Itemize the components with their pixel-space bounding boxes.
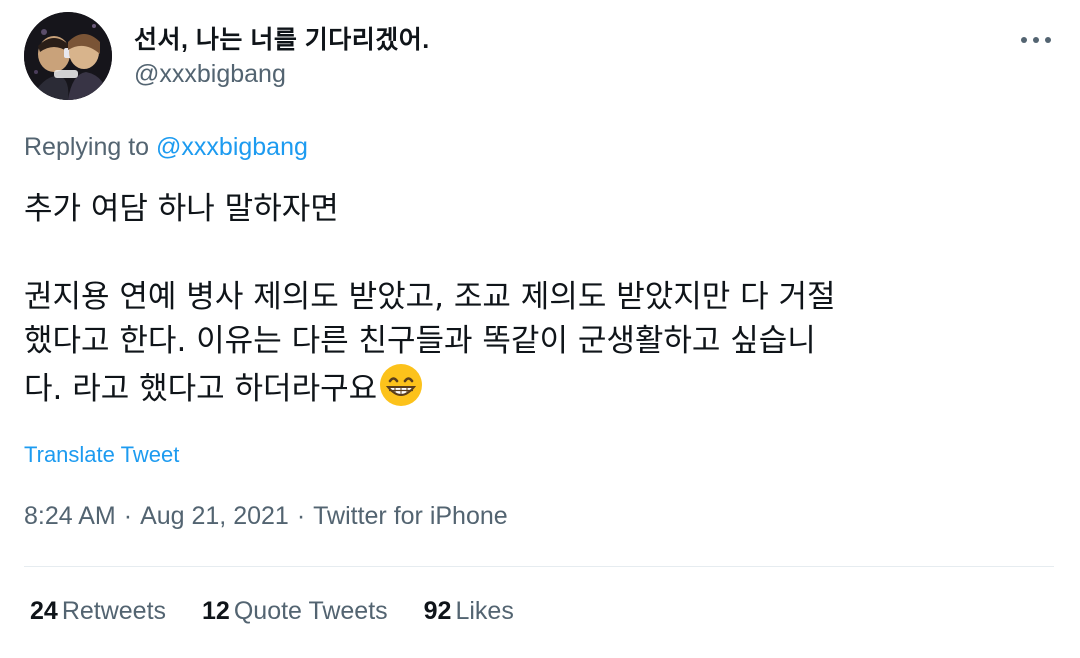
tweet-text-line: 했다고 한다. 이유는 다른 친구들과 똑같이 군생활하고 싶습니 bbox=[24, 323, 816, 359]
retweets-stat[interactable]: 24 Retweets bbox=[30, 597, 166, 626]
likes-count: 92 bbox=[423, 597, 452, 625]
more-dot bbox=[1021, 37, 1027, 43]
quote-tweets-count: 12 bbox=[202, 597, 230, 625]
replying-handle-link[interactable]: @xxxbigbang bbox=[156, 133, 308, 161]
meta-separator: · bbox=[123, 502, 133, 530]
author-avatar[interactable] bbox=[24, 12, 112, 100]
tweet-text-line: 권지용 연예 병사 제의도 받았고, 조교 제의도 받았지만 다 거절 bbox=[24, 279, 836, 315]
grinning-face-emoji-icon bbox=[379, 363, 423, 407]
tweet-time[interactable]: 8:24 AM bbox=[24, 502, 116, 530]
likes-label: Likes bbox=[455, 597, 514, 625]
meta-separator: · bbox=[296, 502, 306, 530]
author-handle[interactable]: @xxxbigbang bbox=[134, 60, 286, 89]
tweet-stats: 24 Retweets 12 Quote Tweets 92 Likes bbox=[30, 597, 514, 626]
replying-to-line: Replying to @xxxbigbang bbox=[24, 133, 308, 162]
divider bbox=[24, 566, 1054, 567]
quote-tweets-label: Quote Tweets bbox=[233, 597, 388, 625]
likes-stat[interactable]: 92 Likes bbox=[424, 597, 514, 626]
translate-tweet-link[interactable]: Translate Tweet bbox=[24, 442, 179, 468]
more-dot bbox=[1045, 37, 1051, 43]
author-display-name[interactable]: 선서, 나는 너를 기다리겠어. bbox=[134, 20, 430, 56]
replying-prefix: Replying to bbox=[24, 133, 150, 161]
tweet-text-line: 추가 여담 하나 말하자면 bbox=[24, 191, 339, 227]
tweet-text-segment: 다. 라고 했다고 하더라구요 bbox=[24, 371, 378, 407]
quote-tweets-stat[interactable]: 12 Quote Tweets bbox=[202, 597, 388, 626]
tweet-date[interactable]: Aug 21, 2021 bbox=[140, 502, 289, 530]
tweet-text-line: 다. 라고 했다고 하더라구요 bbox=[24, 363, 1054, 411]
tweet-text: 추가 여담 하나 말하자면 권지용 연예 병사 제의도 받았고, 조교 제의도 … bbox=[24, 187, 1054, 411]
avatar-photo bbox=[24, 12, 112, 100]
tweet-source[interactable]: Twitter for iPhone bbox=[313, 502, 508, 530]
tweet-card: 선서, 나는 너를 기다리겠어. @xxxbigbang Replying to… bbox=[0, 0, 1080, 658]
retweets-label: Retweets bbox=[61, 597, 167, 625]
more-dot bbox=[1033, 37, 1039, 43]
retweets-count: 24 bbox=[30, 597, 58, 625]
tweet-meta: 8:24 AM · Aug 21, 2021 · Twitter for iPhone bbox=[24, 502, 508, 531]
more-options-icon[interactable] bbox=[1012, 28, 1060, 52]
